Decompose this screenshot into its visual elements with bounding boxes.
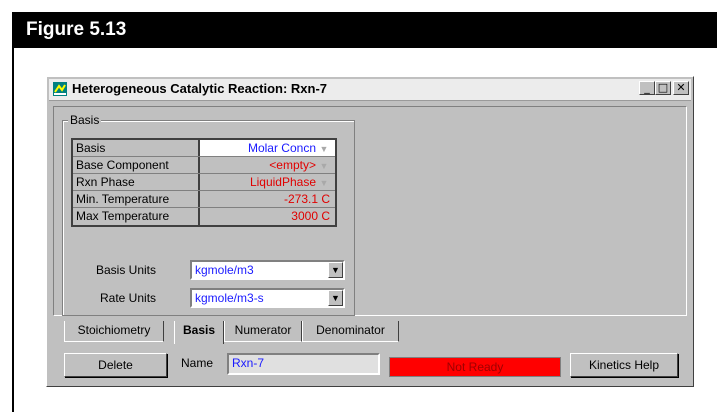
basis-property-grid: Basis Molar Concn ▼ Base Component <empty> ▼ R… <box>71 138 337 227</box>
basis-units-dropdown[interactable]: kgmole/m3 ▼ <box>190 260 345 280</box>
grid-row-label: Basis <box>73 140 200 156</box>
window-title: Heterogeneous Catalytic Reaction: Rxn-7 <box>72 81 328 96</box>
status-indicator: Not Ready <box>389 357 561 377</box>
chevron-down-icon[interactable]: ▼ <box>318 158 330 174</box>
minimize-button[interactable]: _ <box>639 81 655 95</box>
figure-title-bar: Figure 5.13 <box>12 12 717 48</box>
grid-row-label: Max Temperature <box>73 208 200 225</box>
rate-units-value: kgmole/m3-s <box>195 291 264 305</box>
name-field[interactable]: Rxn-7 <box>227 353 380 375</box>
grid-row: Basis Molar Concn ▼ <box>73 140 335 157</box>
grid-row-value-text: 3000 C <box>291 209 330 223</box>
chevron-down-icon[interactable]: ▼ <box>328 262 343 278</box>
basis-units-label: Basis Units <box>96 263 157 277</box>
figure-title: Figure 5.13 <box>26 19 127 40</box>
grid-row-value[interactable]: LiquidPhase ▼ <box>200 174 335 190</box>
grid-row-label: Base Component <box>73 157 200 173</box>
chevron-down-icon[interactable]: ▼ <box>328 290 343 306</box>
grid-row-value[interactable]: <empty> ▼ <box>200 157 335 173</box>
grid-row: Max Temperature 3000 C <box>73 208 335 225</box>
grid-row-value-text: Molar Concn <box>247 141 316 155</box>
basis-units-value: kgmole/m3 <box>195 263 254 277</box>
kinetics-help-button[interactable]: Kinetics Help <box>570 353 678 377</box>
grid-row-label: Rxn Phase <box>73 174 200 190</box>
window-controls: _ □ ✕ <box>639 81 689 95</box>
chevron-down-icon[interactable]: ▼ <box>318 141 330 157</box>
close-button[interactable]: ✕ <box>673 81 689 95</box>
grid-row-value-text: -273.1 C <box>283 192 330 206</box>
reaction-window: Heterogeneous Catalytic Reaction: Rxn-7 … <box>46 76 694 387</box>
delete-button[interactable]: Delete <box>64 353 167 377</box>
grid-row-value-text: LiquidPhase <box>249 175 316 189</box>
grid-row: Rxn Phase LiquidPhase ▼ <box>73 174 335 191</box>
chevron-down-icon[interactable]: ▼ <box>318 175 330 191</box>
tab-denominator[interactable]: Denominator <box>302 321 399 342</box>
grid-row-value[interactable]: -273.1 C <box>200 191 335 207</box>
basis-group-label: Basis <box>68 113 102 127</box>
basis-groupbox: Basis Basis Molar Concn ▼ Base Component <em… <box>62 113 355 316</box>
grid-row: Min. Temperature -273.1 C <box>73 191 335 208</box>
grid-row-label: Min. Temperature <box>73 191 200 207</box>
tab-stoichiometry[interactable]: Stoichiometry <box>64 321 164 342</box>
name-value: Rxn-7 <box>232 356 265 370</box>
name-label: Name <box>181 356 214 370</box>
grid-row-value[interactable]: Molar Concn ▼ <box>200 140 335 156</box>
grid-row: Base Component <empty> ▼ <box>73 157 335 174</box>
rate-units-label: Rate Units <box>100 291 157 305</box>
maximize-button[interactable]: □ <box>655 81 671 95</box>
figure-left-border <box>12 48 14 412</box>
window-titlebar[interactable]: Heterogeneous Catalytic Reaction: Rxn-7 … <box>49 79 691 101</box>
tab-numerator[interactable]: Numerator <box>224 321 302 342</box>
app-icon <box>53 82 67 96</box>
rate-units-dropdown[interactable]: kgmole/m3-s ▼ <box>190 288 345 308</box>
grid-row-value-text: <empty> <box>269 158 316 172</box>
tab-basis[interactable]: Basis <box>174 321 224 344</box>
grid-row-value[interactable]: 3000 C <box>200 208 335 225</box>
